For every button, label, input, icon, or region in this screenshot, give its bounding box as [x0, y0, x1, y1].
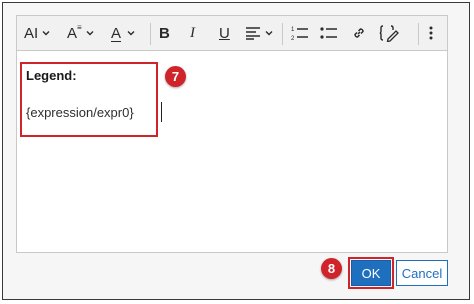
chevron-down-icon	[86, 31, 94, 36]
toolbar-divider	[418, 23, 419, 45]
font-family-icon: AI	[24, 24, 39, 42]
italic-button[interactable]: I	[190, 16, 195, 50]
chevron-down-icon	[265, 31, 273, 36]
font-family-dropdown[interactable]: AI	[24, 16, 51, 50]
link-button[interactable]	[351, 16, 367, 50]
bold-icon: B	[159, 24, 170, 42]
svg-text:1: 1	[291, 27, 295, 33]
align-dropdown[interactable]	[245, 16, 274, 50]
font-size-icon: A≡	[67, 22, 82, 42]
link-icon	[354, 28, 364, 38]
bulleted-list-button[interactable]	[320, 16, 338, 50]
insert-expression-icon	[379, 25, 399, 42]
numbered-list-button[interactable]: 1 2	[291, 16, 309, 50]
step-7-badge: 7	[165, 66, 186, 87]
font-size-dropdown[interactable]: A≡	[67, 16, 95, 50]
svg-text:2: 2	[291, 36, 295, 41]
insert-expression-button[interactable]	[379, 16, 399, 50]
underline-button[interactable]: U	[219, 16, 230, 50]
cancel-button[interactable]: Cancel	[396, 260, 448, 286]
step-8-badge: 8	[321, 258, 342, 279]
numbered-list-icon: 1 2	[291, 27, 308, 41]
toolbar-divider	[150, 23, 151, 45]
text-cursor	[161, 102, 162, 122]
bold-button[interactable]: B	[159, 16, 170, 50]
rich-text-toolbar: AI A≡ A B I U 1 2	[16, 15, 448, 51]
chevron-down-icon	[127, 31, 135, 36]
callout-highlight-box	[20, 62, 158, 137]
chevron-down-icon	[42, 31, 50, 36]
underline-icon: U	[219, 24, 230, 42]
align-icon	[246, 27, 260, 40]
toolbar-divider	[282, 23, 283, 45]
more-options-button[interactable]	[428, 16, 434, 50]
font-color-dropdown[interactable]: A	[111, 16, 136, 50]
font-color-icon: A	[111, 24, 122, 42]
ok-button[interactable]: OK	[351, 260, 391, 286]
more-options-icon	[429, 26, 433, 40]
italic-icon: I	[190, 24, 195, 41]
bulleted-list-icon	[320, 27, 337, 39]
